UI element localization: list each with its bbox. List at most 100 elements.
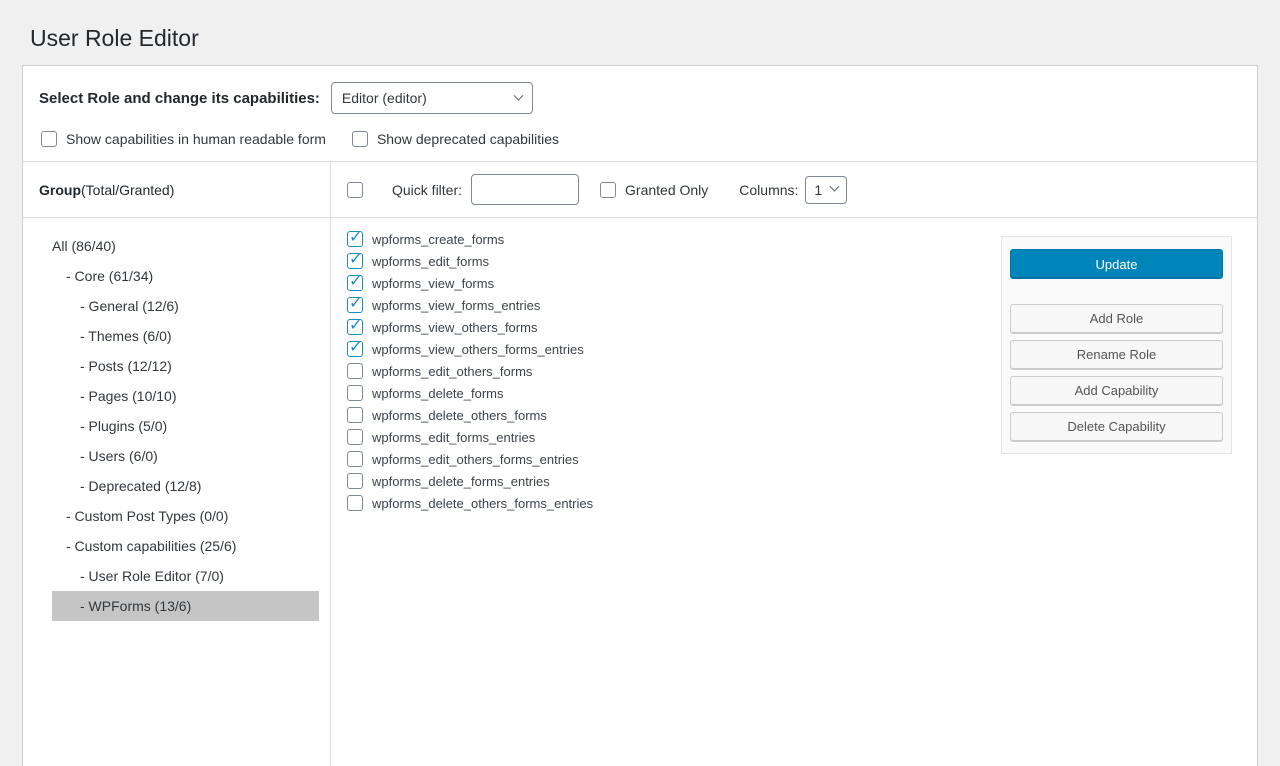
capabilities-area: wpforms_create_forms wpforms_edit_forms … <box>331 218 1257 766</box>
capability-checkbox[interactable] <box>347 297 363 313</box>
group-item-label: - Posts (12/12) <box>80 358 172 374</box>
deprecated-label: Show deprecated capabilities <box>377 131 559 147</box>
group-tree-item[interactable]: - Custom Post Types (0/0) <box>52 501 319 531</box>
capability-checkbox[interactable] <box>347 473 363 489</box>
capability-row: wpforms_edit_others_forms <box>347 363 989 379</box>
quick-filter-input[interactable] <box>471 174 579 205</box>
deprecated-checkbox[interactable] <box>352 131 368 147</box>
capability-row: wpforms_delete_forms_entries <box>347 473 989 489</box>
capability-row: wpforms_create_forms <box>347 231 989 247</box>
capability-label: wpforms_delete_forms <box>372 386 504 401</box>
group-tree-item[interactable]: - Users (6/0) <box>52 441 319 471</box>
capability-label: wpforms_delete_forms_entries <box>372 474 550 489</box>
group-item-label: - Users (6/0) <box>80 448 158 464</box>
panel-content: Group (Total/Granted) All (86/40) - Core… <box>23 162 1257 766</box>
group-tree-item[interactable]: - User Role Editor (7/0) <box>52 561 319 591</box>
group-item-label: - User Role Editor (7/0) <box>80 568 224 584</box>
user-role-editor-panel: Select Role and change its capabilities:… <box>22 65 1258 766</box>
group-header-suffix: (Total/Granted) <box>81 182 174 198</box>
capability-label: wpforms_view_forms <box>372 276 494 291</box>
group-item-label: All (86/40) <box>52 238 116 254</box>
capabilities-list: wpforms_create_forms wpforms_edit_forms … <box>331 231 989 517</box>
role-selector-label: Select Role and change its capabilities: <box>39 90 320 107</box>
capability-row: wpforms_view_forms <box>347 275 989 291</box>
group-item-label: - WPForms (13/6) <box>80 598 191 614</box>
columns-select-value: 1 <box>814 182 822 198</box>
group-tree-item[interactable]: - Custom capabilities (25/6) <box>52 531 319 561</box>
capability-checkbox[interactable] <box>347 495 363 511</box>
capability-label: wpforms_view_others_forms <box>372 320 537 335</box>
capability-label: wpforms_view_forms_entries <box>372 298 540 313</box>
capability-checkbox[interactable] <box>347 385 363 401</box>
capability-checkbox[interactable] <box>347 275 363 291</box>
group-tree-item[interactable]: - Core (61/34) <box>52 261 319 291</box>
group-item-label: - Plugins (5/0) <box>80 418 167 434</box>
group-item-label: - Core (61/34) <box>66 268 153 284</box>
capability-row: wpforms_delete_others_forms <box>347 407 989 423</box>
capability-label: wpforms_edit_forms <box>372 254 489 269</box>
filter-bar: Quick filter: Granted Only Columns: 1 <box>331 162 1257 218</box>
group-header-title: Group <box>39 182 81 198</box>
granted-only-checkbox[interactable] <box>600 182 616 198</box>
quick-filter-label: Quick filter: <box>392 182 462 198</box>
capability-label: wpforms_view_others_forms_entries <box>372 342 584 357</box>
role-select[interactable]: Editor (editor) <box>331 82 533 114</box>
capability-row: wpforms_view_others_forms_entries <box>347 341 989 357</box>
capability-row: wpforms_edit_forms <box>347 253 989 269</box>
capability-label: wpforms_edit_others_forms <box>372 364 532 379</box>
capability-row: wpforms_edit_others_forms_entries <box>347 451 989 467</box>
add-capability-button[interactable]: Add Capability <box>1010 376 1223 405</box>
group-tree-item[interactable]: - General (12/6) <box>52 291 319 321</box>
update-button[interactable]: Update <box>1010 249 1223 279</box>
capability-checkbox[interactable] <box>347 363 363 379</box>
group-tree-item[interactable]: - WPForms (13/6) <box>52 591 319 621</box>
group-item-label: - Custom capabilities (25/6) <box>66 538 236 554</box>
group-tree-item[interactable]: - Pages (10/10) <box>52 381 319 411</box>
capability-checkbox[interactable] <box>347 319 363 335</box>
capability-label: wpforms_delete_others_forms <box>372 408 547 423</box>
group-item-label: - Deprecated (12/8) <box>80 478 201 494</box>
capability-row: wpforms_view_forms_entries <box>347 297 989 313</box>
chevron-down-icon <box>830 182 840 192</box>
group-item-label: - Themes (6/0) <box>80 328 172 344</box>
page-title: User Role Editor <box>30 24 1280 53</box>
group-item-label: - Custom Post Types (0/0) <box>66 508 228 524</box>
group-item-label: - Pages (10/10) <box>80 388 177 404</box>
add-role-button[interactable]: Add Role <box>1010 304 1223 333</box>
display-options-row: Show capabilities in human readable form… <box>23 114 1257 161</box>
group-column: Group (Total/Granted) All (86/40) - Core… <box>23 162 331 766</box>
group-tree-item[interactable]: - Plugins (5/0) <box>52 411 319 441</box>
human-readable-label: Show capabilities in human readable form <box>66 131 326 147</box>
capability-label: wpforms_edit_forms_entries <box>372 430 535 445</box>
role-selector-row: Select Role and change its capabilities:… <box>23 66 1257 114</box>
group-tree-item[interactable]: - Deprecated (12/8) <box>52 471 319 501</box>
select-all-checkbox[interactable] <box>347 182 363 198</box>
capability-checkbox[interactable] <box>347 451 363 467</box>
capabilities-column: Quick filter: Granted Only Columns: 1 wp… <box>331 162 1257 766</box>
capability-checkbox[interactable] <box>347 341 363 357</box>
delete-capability-button[interactable]: Delete Capability <box>1010 412 1223 441</box>
capability-row: wpforms_view_others_forms <box>347 319 989 335</box>
actions-panel: Update Add Role Rename Role Add Capabili… <box>1001 236 1232 454</box>
columns-select[interactable]: 1 <box>805 176 847 204</box>
capability-label: wpforms_edit_others_forms_entries <box>372 452 579 467</box>
capability-checkbox[interactable] <box>347 429 363 445</box>
group-item-label: - General (12/6) <box>80 298 179 314</box>
capability-label: wpforms_create_forms <box>372 232 504 247</box>
capability-checkbox[interactable] <box>347 231 363 247</box>
deprecated-option[interactable]: Show deprecated capabilities <box>352 131 559 147</box>
group-header: Group (Total/Granted) <box>23 162 330 218</box>
human-readable-option[interactable]: Show capabilities in human readable form <box>41 131 326 147</box>
capability-row: wpforms_edit_forms_entries <box>347 429 989 445</box>
group-tree-item[interactable]: All (86/40) <box>52 231 319 261</box>
group-tree-item[interactable]: - Posts (12/12) <box>52 351 319 381</box>
role-select-value: Editor (editor) <box>342 90 427 106</box>
capability-checkbox[interactable] <box>347 253 363 269</box>
group-tree-item[interactable]: - Themes (6/0) <box>52 321 319 351</box>
capability-row: wpforms_delete_forms <box>347 385 989 401</box>
granted-only-label: Granted Only <box>625 182 708 198</box>
chevron-down-icon <box>513 90 523 100</box>
human-readable-checkbox[interactable] <box>41 131 57 147</box>
rename-role-button[interactable]: Rename Role <box>1010 340 1223 369</box>
capability-checkbox[interactable] <box>347 407 363 423</box>
